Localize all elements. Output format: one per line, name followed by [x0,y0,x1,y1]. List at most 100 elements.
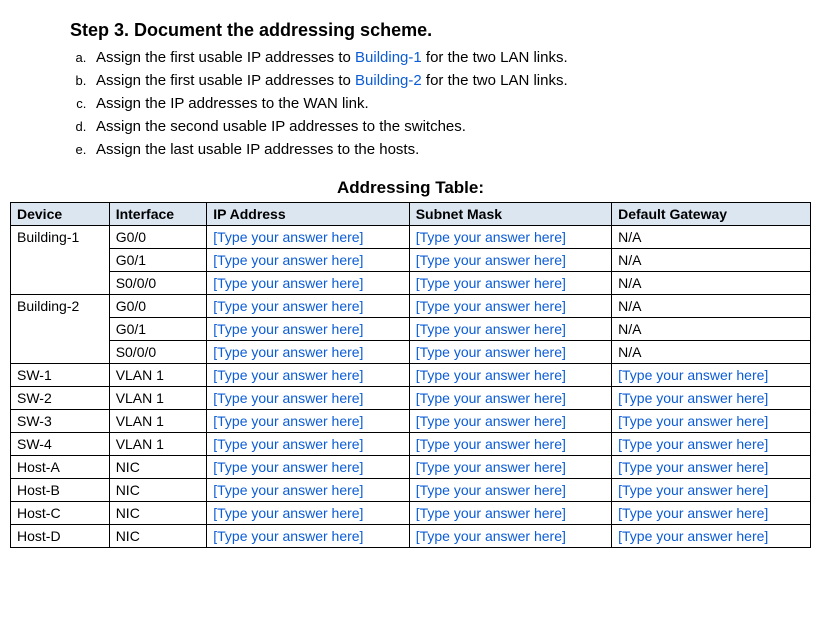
cell-ip-address: [Type your answer here] [207,479,409,502]
table-caption: Addressing Table: [10,178,811,198]
answer-placeholder[interactable]: [Type your answer here] [213,321,363,337]
table-row: G0/1 [Type your answer here] [Type your an… [11,249,811,272]
answer-placeholder[interactable]: [Type your answer here] [416,252,566,268]
cell-ip-address: [Type your answer here] [207,525,409,548]
cell-subnet-mask: [Type your answer here] [409,364,611,387]
answer-placeholder[interactable]: [Type your answer here] [618,528,768,544]
answer-placeholder[interactable]: [Type your answer here] [618,413,768,429]
table-row: Building-1G0/0[Type your answer here][Ty… [11,226,811,249]
cell-default-gateway: [Type your answer here] [612,410,811,433]
instruction-item: Assign the last usable IP addresses to t… [90,141,811,158]
cell-subnet-mask: [Type your answer here] [409,433,611,456]
instruction-link[interactable]: Building-2 [355,72,422,89]
answer-placeholder[interactable]: [Type your answer here] [416,436,566,452]
table-row: G0/1[Type your answer here][Type your an… [11,318,811,341]
answer-placeholder[interactable]: [Type your answer here] [416,528,566,544]
table-row: S0/0/0[Type your answer here][Type your … [11,341,811,364]
cell-interface: G0/1 [109,249,207,272]
answer-placeholder[interactable]: [Type your answer here] [618,367,768,383]
table-row: Host-DNIC[Type your answer here][Type yo… [11,525,811,548]
cell-ip-address: [Type your answer here] [207,249,409,272]
table-row: Host-CNIC [Type your answer here] [Type yo… [11,502,811,525]
cell-ip-address: [Type your answer here] [207,341,409,364]
cell-interface: G0/0 [109,226,207,249]
answer-placeholder[interactable]: [Type your answer here] [618,459,768,475]
answer-placeholder[interactable]: [Type your answer here] [213,344,363,360]
answer-placeholder[interactable]: [Type your answer here] [618,390,768,406]
answer-placeholder[interactable]: [Type your answer here] [213,275,363,291]
cell-device: Host-A [11,456,110,479]
cell-subnet-mask: [Type your answer here] [409,318,611,341]
cell-default-gateway: [Type your answer here] [612,502,811,525]
table-row: S0/0/0[Type your answer here][Type your … [11,272,811,295]
instruction-text: for the two LAN links. [422,49,568,66]
cell-subnet-mask: [Type your answer here] [409,456,611,479]
answer-placeholder[interactable]: [Type your answer here] [416,229,566,245]
answer-placeholder[interactable]: [Type your answer here] [416,413,566,429]
instruction-item: Assign the IP addresses to the WAN link. [90,95,811,112]
answer-placeholder[interactable]: [Type your answer here] [416,298,566,314]
cell-device: SW-1 [11,364,110,387]
answer-placeholder[interactable]: [Type your answer here] [416,344,566,360]
step-title: Step 3. Document the addressing scheme. [70,20,811,41]
answer-placeholder[interactable]: [Type your answer here] [416,275,566,291]
cell-device: SW-4 [11,433,110,456]
answer-placeholder[interactable]: [Type your answer here] [213,298,363,314]
instruction-link[interactable]: Building-1 [355,49,422,66]
col-subnet-mask: Subnet Mask [409,203,611,226]
cell-ip-address: [Type your answer here] [207,433,409,456]
answer-placeholder[interactable]: [Type your answer here] [213,413,363,429]
answer-placeholder[interactable]: [Type your answer here] [213,229,363,245]
cell-device: SW-3 [11,410,110,433]
cell-interface: G0/0 [109,295,207,318]
cell-device: Host-C [11,502,110,525]
instruction-item: Assign the second usable IP addresses to… [90,118,811,135]
cell-subnet-mask: [Type your answer here] [409,387,611,410]
cell-default-gateway: [Type your answer here] [612,387,811,410]
cell-interface: VLAN 1 [109,433,207,456]
instruction-text: Assign the first usable IP addresses to [96,49,355,66]
cell-ip-address: [Type your answer here] [207,295,409,318]
table-row: Building-2G0/0[Type your answer here][Ty… [11,295,811,318]
cell-interface: NIC [109,502,207,525]
cell-device: Building-1 [11,226,110,295]
cell-ip-address: [Type your answer here] [207,410,409,433]
answer-placeholder[interactable]: [Type your answer here] [213,459,363,475]
table-header-row: Device Interface IP Address Subnet Mask … [11,203,811,226]
cell-interface: NIC [109,456,207,479]
answer-placeholder[interactable]: [Type your answer here] [213,505,363,521]
answer-placeholder[interactable]: [Type your answer here] [618,482,768,498]
answer-placeholder[interactable]: [Type your answer here] [416,482,566,498]
table-row: SW-3VLAN 1[Type your answer here][Type y… [11,410,811,433]
cell-subnet-mask: [Type your answer here] [409,525,611,548]
answer-placeholder[interactable]: [Type your answer here] [618,436,768,452]
answer-placeholder[interactable]: [Type your answer here] [213,436,363,452]
answer-placeholder[interactable]: [Type your answer here] [213,528,363,544]
cell-interface: NIC [109,479,207,502]
cell-default-gateway: [Type your answer here] [612,479,811,502]
instruction-list: Assign the first usable IP addresses to … [90,49,811,158]
answer-placeholder[interactable]: [Type your answer here] [416,390,566,406]
instruction-text: Assign the second usable IP addresses to… [96,118,466,135]
answer-placeholder[interactable]: [Type your answer here] [416,505,566,521]
answer-placeholder[interactable]: [Type your answer here] [416,367,566,383]
answer-placeholder[interactable]: [Type your answer here] [618,505,768,521]
col-default-gateway: Default Gateway [612,203,811,226]
cell-default-gateway: N/A [612,272,811,295]
answer-placeholder[interactable]: [Type your answer here] [213,390,363,406]
cell-device: Host-B [11,479,110,502]
cell-subnet-mask: [Type your answer here] [409,341,611,364]
cell-default-gateway: [Type your answer here] [612,433,811,456]
cell-subnet-mask: [Type your answer here] [409,226,611,249]
table-row: SW-1VLAN 1[Type your answer here][Type y… [11,364,811,387]
answer-placeholder[interactable]: [Type your answer here] [213,252,363,268]
table-row: Host-ANIC [Type your answer here] [Type yo… [11,456,811,479]
cell-subnet-mask: [Type your answer here] [409,410,611,433]
cell-interface: NIC [109,525,207,548]
answer-placeholder[interactable]: [Type your answer here] [416,459,566,475]
table-row: Host-BNIC [Type your answer here] [Type yo… [11,479,811,502]
answer-placeholder[interactable]: [Type your answer here] [213,482,363,498]
answer-placeholder[interactable]: [Type your answer here] [213,367,363,383]
answer-placeholder[interactable]: [Type your answer here] [416,321,566,337]
instruction-item: Assign the first usable IP addresses to … [90,72,811,89]
